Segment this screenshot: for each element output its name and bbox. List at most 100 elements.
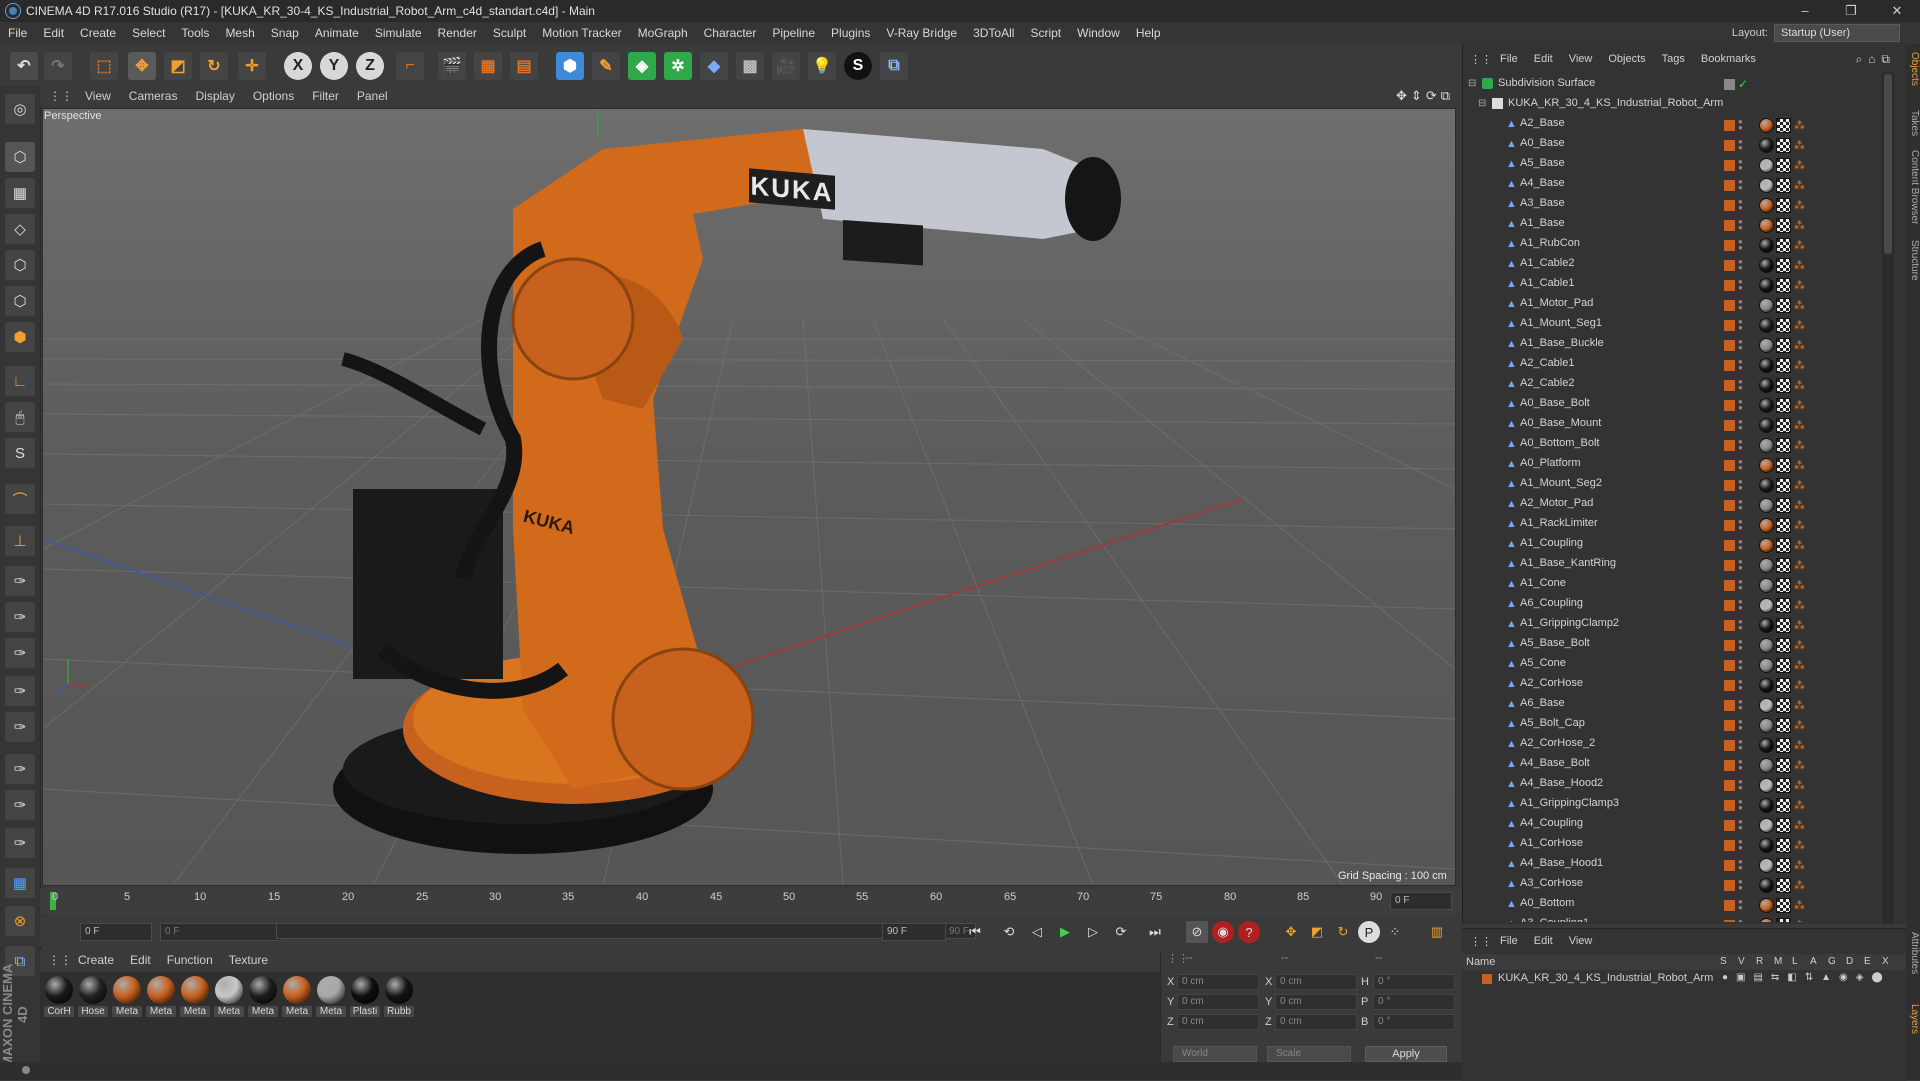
texture-tag-icon[interactable] xyxy=(1776,678,1791,693)
autokey-icon[interactable]: ◉ xyxy=(1212,921,1234,943)
keyframe-selection-icon[interactable]: ? xyxy=(1238,921,1260,943)
layer-swatch[interactable] xyxy=(1724,420,1735,431)
material-tag-icon[interactable] xyxy=(1759,358,1774,373)
light-icon[interactable]: 💡 xyxy=(808,52,836,80)
texture-tag-icon[interactable] xyxy=(1776,298,1791,313)
visibility-dots-icon[interactable]: ●● xyxy=(1738,558,1744,572)
material-swatch[interactable]: Meta xyxy=(282,976,312,1017)
x-axis-lock-icon[interactable]: X xyxy=(284,52,312,80)
phong-tag-icon[interactable]: ⁂ xyxy=(1794,439,1806,452)
object-row[interactable]: ▲ A1_RubCon ● ● ⁂ xyxy=(1462,234,1882,254)
texture-tag-icon[interactable] xyxy=(1776,898,1791,913)
phong-tag-icon[interactable]: ⁂ xyxy=(1794,259,1806,272)
material-tag-icon[interactable] xyxy=(1759,278,1774,293)
object-menu-file[interactable]: File xyxy=(1492,53,1526,65)
material-menu-function[interactable]: Function xyxy=(159,953,221,967)
visibility-dots-icon[interactable]: ●● xyxy=(1738,338,1744,352)
material-tag-icon[interactable] xyxy=(1759,158,1774,173)
material-swatch[interactable]: Meta xyxy=(316,976,346,1017)
next-frame-icon[interactable]: ▷ xyxy=(1082,921,1104,943)
phong-tag-icon[interactable]: ⁂ xyxy=(1794,919,1806,922)
texture-tag-icon[interactable] xyxy=(1776,218,1791,233)
locked-workplane-icon[interactable]: ⊥ xyxy=(5,526,35,556)
phong-tag-icon[interactable]: ⁂ xyxy=(1794,179,1806,192)
polygons-mode-icon[interactable]: ⬢ xyxy=(5,322,35,352)
layer-flag-header[interactable]: D xyxy=(1846,956,1853,967)
object-row-subdivision-surface[interactable]: ⊟ Subdivision Surface ✓ xyxy=(1462,74,1882,94)
enabled-check-icon[interactable]: ✓ xyxy=(1738,77,1748,91)
phong-tag-icon[interactable]: ⁂ xyxy=(1794,599,1806,612)
texture-tag-icon[interactable] xyxy=(1776,558,1791,573)
texture-tag-icon[interactable] xyxy=(1776,698,1791,713)
object-row[interactable]: ▲ A4_Base_Bolt ● ● ⁂ xyxy=(1462,754,1882,774)
material-menu-edit[interactable]: Edit xyxy=(122,953,159,967)
texture-tag-icon[interactable] xyxy=(1776,718,1791,733)
tab-content-browser[interactable]: Content Browser xyxy=(1906,150,1920,224)
coord-pos-y-field[interactable]: 0 cm xyxy=(1177,994,1259,1010)
visibility-dots-icon[interactable]: ●● xyxy=(1738,278,1744,292)
edges-mode-icon[interactable]: ⬡ xyxy=(5,286,35,316)
texture-tag-icon[interactable] xyxy=(1776,578,1791,593)
object-row[interactable]: ▲ A1_GrippingClamp3 ● ● ⁂ xyxy=(1462,794,1882,814)
material-swatch[interactable]: Meta xyxy=(214,976,244,1017)
apply-button[interactable]: Apply xyxy=(1365,1046,1447,1062)
material-menu-texture[interactable]: Texture xyxy=(221,953,276,967)
layer-flag-header[interactable]: M xyxy=(1774,956,1782,967)
texture-mode-icon[interactable]: ▦ xyxy=(5,178,35,208)
phong-tag-icon[interactable]: ⁂ xyxy=(1794,699,1806,712)
viewport-menu-filter[interactable]: Filter xyxy=(303,89,348,103)
object-row[interactable]: ▲ A5_Base ● ● ⁂ xyxy=(1462,154,1882,174)
axis-mode-icon[interactable]: ∟ xyxy=(5,366,35,396)
coord-size-z-field[interactable]: 0 cm xyxy=(1275,1014,1357,1030)
menu-3dtoall[interactable]: 3DToAll xyxy=(965,26,1022,40)
texture-tag-icon[interactable] xyxy=(1776,318,1791,333)
visibility-dots-icon[interactable]: ●● xyxy=(1738,178,1744,192)
visibility-dots-icon[interactable]: ●● xyxy=(1738,678,1744,692)
render-picture-viewer-icon[interactable]: ▦ xyxy=(474,52,502,80)
layer-swatch[interactable] xyxy=(1724,180,1735,191)
visibility-dots-icon[interactable]: ●● xyxy=(1738,438,1744,452)
layer-swatch[interactable] xyxy=(1724,820,1735,831)
viewport-menu-view[interactable]: View xyxy=(76,89,120,103)
coord-rot-b-field[interactable]: 0 ° xyxy=(1373,1014,1455,1030)
sculpt-smooth-icon[interactable]: ✑ xyxy=(5,638,35,668)
texture-tag-icon[interactable] xyxy=(1776,518,1791,533)
object-row[interactable]: ▲A3_Coupling1 ●● ⁂ xyxy=(1462,914,1882,922)
phong-tag-icon[interactable]: ⁂ xyxy=(1794,199,1806,212)
layer-flag-icons[interactable]: ●▣▤⇆◧⇅▲◉◈⬤ xyxy=(1722,972,1891,983)
object-menu-tags[interactable]: Tags xyxy=(1654,53,1693,65)
texture-tag-icon[interactable] xyxy=(1776,598,1791,613)
live-selection-icon[interactable]: ⬚ xyxy=(90,52,118,80)
visibility-dots-icon[interactable]: ●● xyxy=(1738,658,1744,672)
menu-simulate[interactable]: Simulate xyxy=(367,26,430,40)
object-row[interactable]: ▲ A4_Base_Hood1 ● ● ⁂ xyxy=(1462,854,1882,874)
visibility-dots-icon[interactable]: ●● xyxy=(1738,598,1744,612)
visibility-dots-icon[interactable]: ●● xyxy=(1738,478,1744,492)
layer-swatch[interactable] xyxy=(1724,920,1735,922)
previous-frame-icon[interactable]: ◁ xyxy=(1026,921,1048,943)
layer-swatch[interactable] xyxy=(1724,160,1735,171)
object-row[interactable]: ▲ A5_Bolt_Cap ● ● ⁂ xyxy=(1462,714,1882,734)
phong-tag-icon[interactable]: ⁂ xyxy=(1794,899,1806,912)
layer-swatch[interactable] xyxy=(1724,640,1735,651)
go-to-previous-key-icon[interactable]: ⟲ xyxy=(998,921,1020,943)
material-tag-icon[interactable] xyxy=(1759,478,1774,493)
go-to-next-key-icon[interactable]: ⟳ xyxy=(1110,921,1132,943)
phong-tag-icon[interactable]: ⁂ xyxy=(1794,799,1806,812)
sculpt-brush-icon[interactable]: ✑ xyxy=(5,566,35,596)
visibility-dots-icon[interactable]: ●● xyxy=(1738,898,1744,912)
visibility-dots-icon[interactable]: ●● xyxy=(1738,418,1744,432)
subdivision-surface-icon[interactable]: ◈ xyxy=(628,52,656,80)
material-tag-icon[interactable] xyxy=(1759,498,1774,513)
cloner-icon[interactable]: ✲ xyxy=(664,52,692,80)
phong-tag-icon[interactable]: ⁂ xyxy=(1794,619,1806,632)
object-menu-view[interactable]: View xyxy=(1561,53,1601,65)
redo-icon[interactable]: ↷ xyxy=(44,52,72,80)
coord-mode-dropdown[interactable]: World xyxy=(1173,1046,1257,1062)
material-tag-icon[interactable] xyxy=(1759,598,1774,613)
visibility-dots-icon[interactable]: ●● xyxy=(1738,818,1744,832)
texture-tag-icon[interactable] xyxy=(1776,258,1791,273)
texture-tag-icon[interactable] xyxy=(1776,498,1791,513)
material-tag-icon[interactable] xyxy=(1759,538,1774,553)
visibility-dots-icon[interactable]: ●● xyxy=(1738,878,1744,892)
